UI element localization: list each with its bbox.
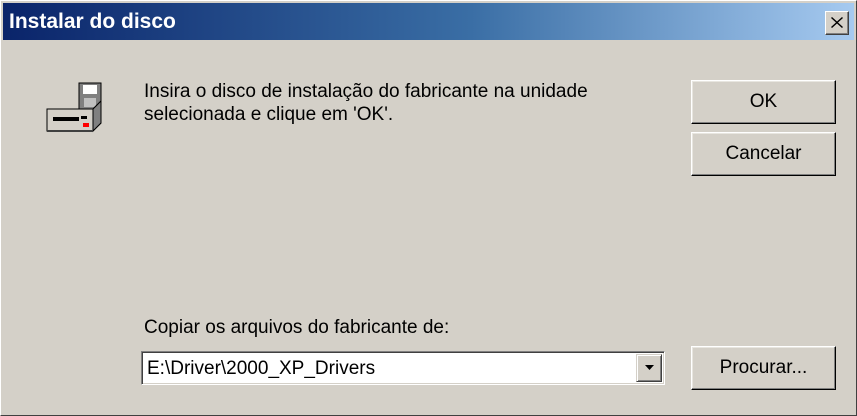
cancel-button[interactable]: Cancelar	[691, 132, 836, 176]
copy-from-combobox[interactable]: E:\Driver\2000_XP_Drivers	[141, 351, 665, 385]
ok-button[interactable]: OK	[691, 80, 836, 124]
close-button[interactable]	[825, 11, 849, 35]
instruction-line-2: selecionada e clique em 'OK'.	[144, 104, 394, 125]
instruction-message: Insira o disco de instalação do fabrican…	[144, 80, 684, 126]
combo-dropdown-button[interactable]	[636, 354, 662, 382]
install-from-disk-dialog: Instalar do disco Insira o disco de inst…	[0, 0, 857, 416]
window-title: Instalar do disco	[9, 10, 176, 33]
close-icon	[831, 17, 843, 28]
browse-button[interactable]: Procurar...	[691, 346, 836, 390]
copy-from-path[interactable]: E:\Driver\2000_XP_Drivers	[145, 357, 378, 380]
copy-from-label: Copiar os arquivos do fabricante de:	[144, 317, 450, 338]
disk-drive-icon	[39, 81, 109, 141]
title-bar: Instalar do disco	[3, 3, 854, 40]
instruction-line-1: Insira o disco de instalação do fabrican…	[144, 81, 588, 102]
chevron-down-icon	[645, 365, 654, 370]
